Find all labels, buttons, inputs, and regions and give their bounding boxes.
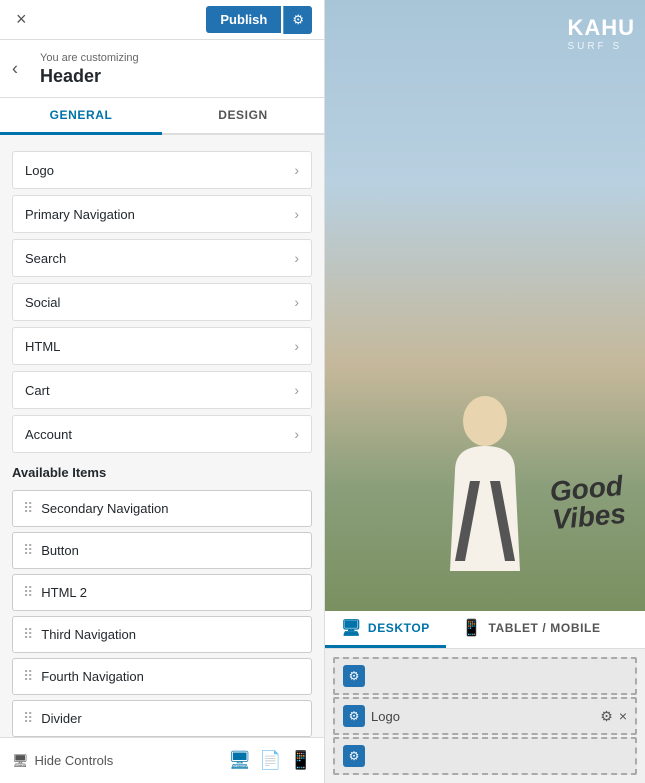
publish-group: Publish ⚙	[206, 6, 312, 34]
publish-gear-button[interactable]: ⚙	[283, 6, 312, 34]
customize-header-section: ‹ You are customizing Header	[0, 40, 324, 98]
drag-handle-icon: ⠿	[23, 542, 33, 559]
customizing-title: Header	[40, 66, 308, 87]
brand-name: KAHU SURF S	[567, 15, 635, 53]
left-panel: × Publish ⚙ ‹ You are customizing Header…	[0, 0, 325, 783]
tab-design[interactable]: DESIGN	[162, 98, 324, 135]
nav-item-html[interactable]: HTML ›	[12, 327, 312, 365]
tablet-mobile-tab-label: TABLET / MOBILE	[488, 621, 600, 635]
available-items-title: Available Items	[12, 465, 312, 480]
nav-item-cart[interactable]: Cart ›	[12, 371, 312, 409]
drag-handle-icon: ⠿	[23, 626, 33, 643]
desktop-tab-icon: 🖥	[341, 618, 362, 638]
tablet-mobile-tab[interactable]: 📱 TABLET / MOBILE	[446, 611, 617, 648]
available-item-4-label: Fourth Navigation	[41, 669, 144, 684]
device-icons-group: 🖥 📄 📱	[228, 750, 312, 771]
nav-item-cart-label: Cart	[25, 383, 50, 398]
drag-handle-icon: ⠿	[23, 710, 33, 727]
right-panel: KAHU SURF S GoodVibes 🖥 DESKTOP 📱 TABLET…	[325, 0, 645, 783]
nav-item-social[interactable]: Social ›	[12, 283, 312, 321]
available-item-5-label: Divider	[41, 711, 81, 726]
mobile-device-button[interactable]: 📱	[290, 750, 312, 771]
bottom-widgets: ⚙ ⚙ Logo ⚙ × ⚙	[325, 649, 645, 783]
person-silhouette	[425, 391, 545, 611]
tabs-row: GENERAL DESIGN	[0, 98, 324, 135]
nav-item-primary-label: Primary Navigation	[25, 207, 135, 222]
monitor-icon: 🖥	[12, 753, 29, 769]
available-item-0-label: Secondary Navigation	[41, 501, 168, 516]
hide-controls-label: Hide Controls	[35, 753, 114, 768]
nav-item-cart-arrow: ›	[294, 382, 299, 398]
panel-content: Logo › Primary Navigation › Search › Soc…	[0, 135, 324, 737]
desktop-device-button[interactable]: 🖥	[228, 750, 251, 771]
publish-button[interactable]: Publish	[206, 6, 281, 33]
available-item-1[interactable]: ⠿ Button	[12, 532, 312, 569]
widget-logo-actions: ⚙ ×	[600, 708, 627, 725]
nav-item-primary-arrow: ›	[294, 206, 299, 222]
you-are-customizing-label: You are customizing	[40, 52, 308, 64]
widget-gear-button-0[interactable]: ⚙	[343, 665, 365, 687]
tablet-device-button[interactable]: 📄	[259, 750, 281, 771]
device-bar: 🖥 DESKTOP 📱 TABLET / MOBILE	[325, 611, 645, 649]
drag-handle-icon: ⠿	[23, 500, 33, 517]
nav-item-account[interactable]: Account ›	[12, 415, 312, 453]
available-item-0[interactable]: ⠿ Secondary Navigation	[12, 490, 312, 527]
nav-item-account-label: Account	[25, 427, 72, 442]
tablet-tab-icon: 📱	[462, 618, 483, 638]
back-button[interactable]: ‹	[12, 58, 18, 79]
nav-item-search-arrow: ›	[294, 250, 299, 266]
widget-row-1: ⚙ Logo ⚙ ×	[333, 697, 637, 735]
brand-sub: SURF S	[567, 41, 635, 53]
top-bar: × Publish ⚙	[0, 0, 324, 40]
available-item-1-label: Button	[41, 543, 79, 558]
hide-controls-button[interactable]: 🖥 Hide Controls	[12, 753, 113, 769]
nav-item-html-label: HTML	[25, 339, 60, 354]
drag-handle-icon: ⠿	[23, 584, 33, 601]
widget-row-0: ⚙	[333, 657, 637, 695]
preview-image: KAHU SURF S GoodVibes	[325, 0, 645, 611]
desktop-tab-label: DESKTOP	[368, 621, 430, 635]
tab-general[interactable]: GENERAL	[0, 98, 162, 135]
nav-item-search-label: Search	[25, 251, 66, 266]
nav-item-logo[interactable]: Logo ›	[12, 151, 312, 189]
widget-settings-button[interactable]: ⚙	[600, 708, 613, 725]
nav-item-search[interactable]: Search ›	[12, 239, 312, 277]
available-item-3-label: Third Navigation	[41, 627, 136, 642]
nav-item-html-arrow: ›	[294, 338, 299, 354]
nav-item-logo-arrow: ›	[294, 162, 299, 178]
available-item-2-label: HTML 2	[41, 585, 87, 600]
widget-gear-button-2[interactable]: ⚙	[343, 745, 365, 767]
available-item-2[interactable]: ⠿ HTML 2	[12, 574, 312, 611]
nav-item-social-label: Social	[25, 295, 60, 310]
available-item-3[interactable]: ⠿ Third Navigation	[12, 616, 312, 653]
good-vibes-text: GoodVibes	[549, 472, 627, 534]
widget-close-button[interactable]: ×	[619, 708, 627, 724]
bottom-bar: 🖥 Hide Controls 🖥 📄 📱	[0, 737, 324, 783]
drag-handle-icon: ⠿	[23, 668, 33, 685]
desktop-tab[interactable]: 🖥 DESKTOP	[325, 611, 446, 648]
available-item-5[interactable]: ⠿ Divider	[12, 700, 312, 737]
nav-item-account-arrow: ›	[294, 426, 299, 442]
nav-item-social-arrow: ›	[294, 294, 299, 310]
widget-gear-button-1[interactable]: ⚙	[343, 705, 365, 727]
widget-logo-label: Logo	[371, 709, 400, 724]
widget-row-2: ⚙	[333, 737, 637, 775]
close-button[interactable]: ×	[12, 5, 31, 34]
available-item-4[interactable]: ⠿ Fourth Navigation	[12, 658, 312, 695]
nav-item-logo-label: Logo	[25, 163, 54, 178]
nav-item-primary[interactable]: Primary Navigation ›	[12, 195, 312, 233]
